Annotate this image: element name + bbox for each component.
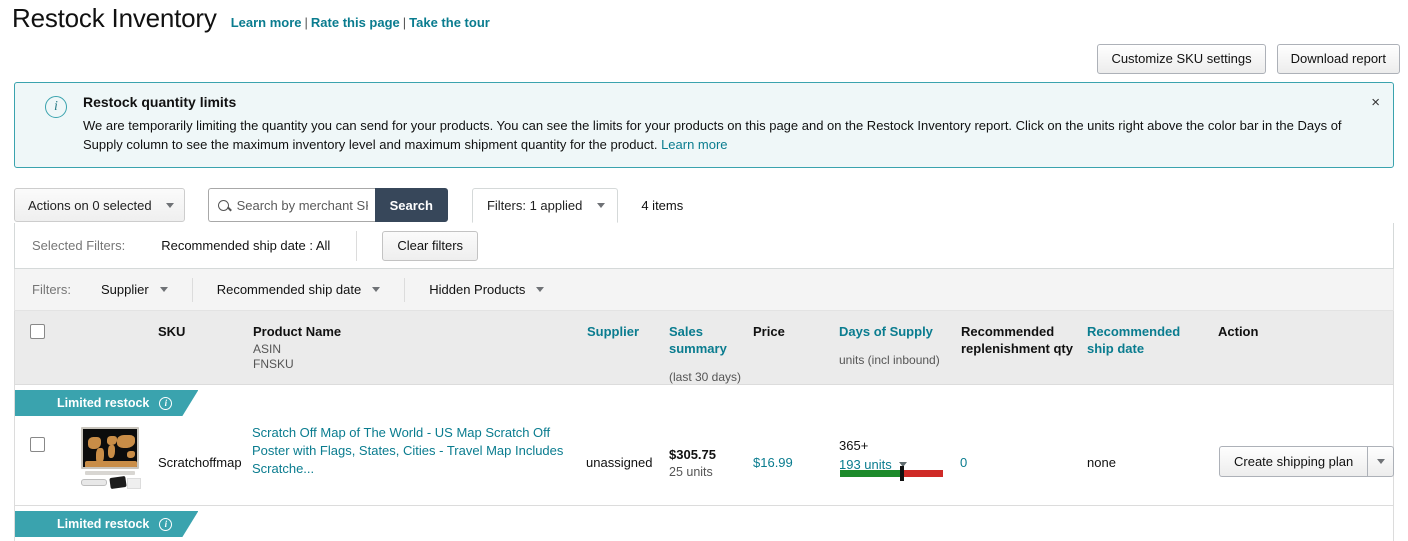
info-icon: i	[45, 96, 67, 118]
create-shipping-plan-dropdown-toggle[interactable]	[1367, 446, 1395, 477]
filter-recommended-ship-date-label: Recommended ship date	[216, 282, 362, 297]
item-count: 4 items	[641, 198, 684, 213]
toolbar: Actions on 0 selected Search Filters: 1 …	[14, 188, 1394, 223]
chevron-down-icon	[372, 287, 381, 292]
download-report-button[interactable]: Download report	[1276, 44, 1400, 74]
column-header-action: Action	[1218, 324, 1259, 339]
column-header-replenishment-2: replenishment qty	[961, 341, 1073, 356]
limited-restock-badge[interactable]: Limited restock i	[15, 511, 198, 537]
chevron-down-icon	[1376, 459, 1385, 464]
cell-price[interactable]: $16.99	[753, 455, 793, 470]
filters-tab-label: Filters: 1 applied	[486, 198, 583, 213]
link-learn-more[interactable]: Learn more	[231, 15, 302, 30]
filter-hidden-products[interactable]: Hidden Products	[429, 278, 568, 302]
filter-recommended-ship-date[interactable]: Recommended ship date	[216, 277, 406, 302]
alert-body: Restock quantity limits We are temporari…	[83, 94, 1379, 155]
search-box[interactable]	[207, 188, 375, 222]
thumbnail-accessory-eraser	[109, 475, 127, 490]
header-links: Learn more | Rate this page | Take the tour	[231, 13, 490, 33]
column-header-price: Price	[753, 324, 785, 339]
thumbnail-map-image	[81, 427, 139, 469]
column-header-sales-summary-2[interactable]: summary	[669, 341, 727, 357]
thumbnail-stand	[85, 471, 135, 475]
clear-filters-button[interactable]: Clear filters	[382, 230, 479, 261]
limited-restock-badge-label: Limited restock	[57, 396, 150, 410]
table-row: Limited restock i	[14, 506, 1394, 541]
chevron-down-icon	[165, 202, 174, 208]
column-header-sku: SKU	[158, 324, 186, 339]
chevron-down-icon	[159, 287, 168, 292]
days-of-supply-bar	[840, 466, 943, 481]
select-all-checkbox[interactable]	[30, 324, 45, 339]
cell-days-of-supply: 365+	[839, 438, 869, 453]
link-rate-this-page[interactable]: Rate this page	[311, 15, 400, 30]
filters-bar-label: Filters:	[32, 282, 71, 297]
column-header-days-of-supply[interactable]: Days of Supply	[839, 324, 933, 340]
chevron-down-icon	[536, 287, 545, 292]
create-shipping-plan-split-button: Create shipping plan	[1219, 446, 1395, 477]
limited-restock-badge[interactable]: Limited restock i	[15, 390, 198, 416]
customize-sku-settings-button[interactable]: Customize SKU settings	[1097, 44, 1266, 74]
column-header-asin: ASIN	[253, 342, 282, 356]
column-header-supplier[interactable]: Supplier	[587, 324, 639, 340]
info-icon[interactable]: i	[159, 518, 172, 531]
cell-replenishment-qty[interactable]: 0	[960, 455, 967, 470]
link-separator-2: |	[402, 15, 407, 30]
selected-filter-chip: Recommended ship date : All	[161, 230, 358, 261]
days-of-supply-marker	[899, 466, 904, 481]
search-group: Search	[207, 188, 448, 222]
search-button[interactable]: Search	[374, 188, 448, 222]
column-header-product-name: Product Name	[253, 324, 342, 339]
product-thumbnail	[79, 425, 143, 495]
restock-limits-alert: i Restock quantity limits We are tempora…	[14, 82, 1394, 168]
thumbnail-accessory-tool	[81, 479, 107, 486]
cell-sales-units: 25 units	[669, 465, 713, 479]
cell-sales-amount: $305.75	[669, 447, 716, 462]
cell-sku: Scratchoffmap	[158, 455, 242, 470]
table-header: SKU Product Name ASIN FNSKU Supplier Sal…	[14, 311, 1394, 385]
column-header-replenishment: Recommended	[961, 324, 1055, 339]
column-header-sales-summary-sub: (last 30 days)	[669, 370, 742, 384]
table-row: Limited restock i Scratchoffmap unassign…	[14, 385, 1394, 506]
selected-filters-label: Selected Filters:	[32, 238, 126, 253]
thumbnail-accessory-box	[127, 478, 141, 489]
filters-tab[interactable]: Filters: 1 applied	[471, 188, 619, 223]
info-icon[interactable]: i	[159, 397, 172, 410]
limited-restock-badge-label: Limited restock	[57, 517, 150, 531]
column-header-ship-date-2[interactable]: ship date	[1087, 341, 1144, 357]
column-header-sales-summary[interactable]: Sales	[669, 324, 703, 340]
link-separator-1: |	[304, 15, 308, 30]
filter-supplier-label: Supplier	[101, 282, 149, 297]
search-icon	[217, 199, 229, 211]
page-title: Restock Inventory	[12, 3, 217, 33]
filter-hidden-products-label: Hidden Products	[429, 282, 526, 297]
alert-learn-more-link[interactable]: Learn more	[661, 137, 727, 152]
days-of-supply-bar-green	[840, 470, 902, 477]
close-icon[interactable]: ×	[1371, 95, 1380, 110]
column-header-ship-date[interactable]: Recommended	[1087, 324, 1180, 340]
search-input[interactable]	[234, 196, 370, 214]
link-take-the-tour[interactable]: Take the tour	[409, 15, 490, 30]
cell-ship-date: none	[1087, 455, 1116, 470]
column-header-days-of-supply-sub: units (incl inbound)	[839, 353, 940, 367]
product-name-link[interactable]: Scratch Off Map of The World - US Map Sc…	[252, 424, 572, 478]
restock-inventory-page: Restock Inventory Learn more | Rate this p…	[0, 0, 1408, 541]
actions-dropdown[interactable]: Actions on 0 selected	[14, 188, 185, 222]
filter-supplier[interactable]: Supplier	[101, 277, 193, 302]
row-checkbox[interactable]	[30, 437, 45, 452]
filters-bar: Filters: Supplier Recommended ship date …	[14, 269, 1394, 311]
cell-supplier: unassigned	[586, 455, 653, 470]
alert-title: Restock quantity limits	[83, 94, 237, 110]
title-row: Restock Inventory Learn more | Rate this p…	[0, 0, 1408, 36]
top-button-group: Customize SKU settings Download report	[1097, 44, 1400, 74]
create-shipping-plan-button[interactable]: Create shipping plan	[1219, 446, 1368, 477]
actions-dropdown-label: Actions on 0 selected	[28, 197, 152, 213]
chevron-down-icon	[597, 203, 606, 208]
column-header-fnsku: FNSKU	[253, 357, 294, 371]
selected-filters-bar: Selected Filters: Recommended ship date …	[14, 223, 1394, 269]
alert-text: We are temporarily limiting the quantity…	[83, 116, 1355, 154]
